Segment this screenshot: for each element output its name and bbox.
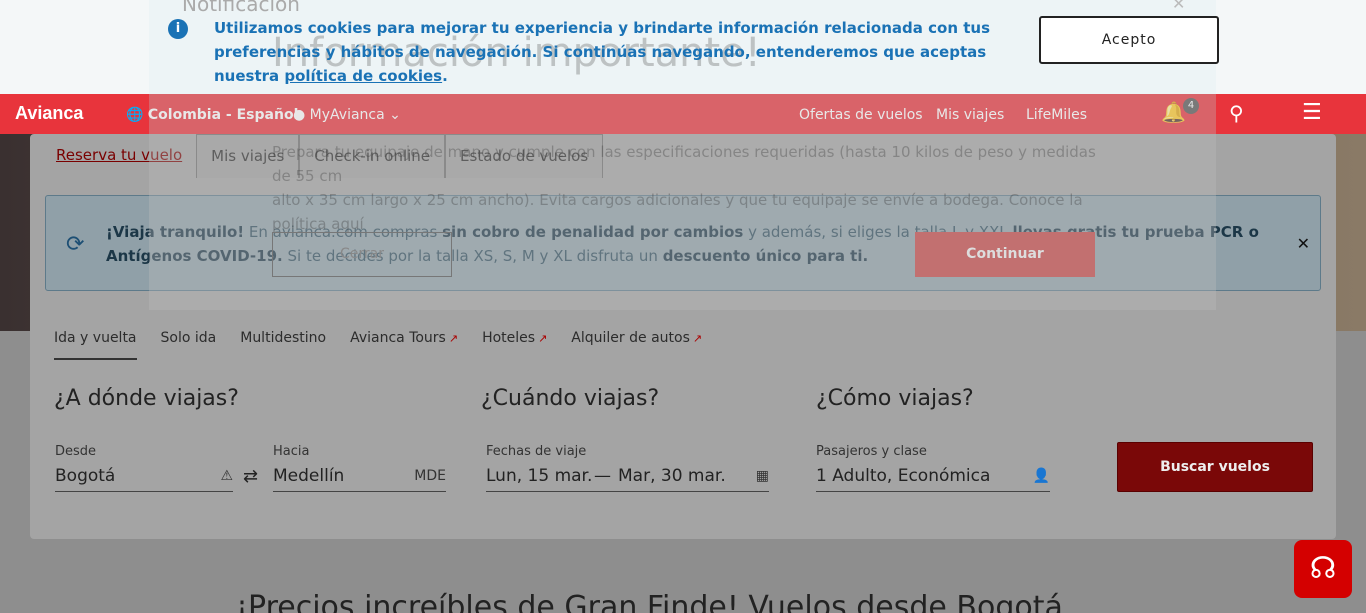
avianca-logo[interactable]: Avianca — [15, 103, 83, 124]
modal-close-button[interactable]: Cerrar — [272, 232, 452, 277]
add-person-icon: 👤 — [1032, 468, 1050, 484]
modal-continue-button[interactable]: Continuar — [915, 232, 1095, 277]
accept-cookies-button[interactable]: Acepto — [1039, 16, 1219, 64]
locale-selector[interactable]: 🌐 Colombia - Español — [126, 107, 298, 123]
to-field[interactable]: Medellín MDE — [273, 464, 446, 492]
passengers-field[interactable]: 1 Adulto, Económica 👤 — [816, 464, 1050, 492]
promo-title: ¡Precios increíbles de Gran Finde! Vuelo… — [236, 590, 1063, 613]
tab-reserva[interactable]: Reserva tu vuelo — [42, 134, 196, 178]
modal-text: Prepara tu equipaje de mano y cumple con… — [272, 143, 1096, 233]
tab-hoteles[interactable]: Hoteles ↗ — [482, 330, 547, 360]
cookie-banner: Notificación Información importante! ✕ i… — [0, 0, 1366, 94]
tab-avianca-tours[interactable]: Avianca Tours ↗ — [350, 330, 458, 360]
nav-mis-viajes[interactable]: Mis viajes — [936, 107, 1004, 123]
airport-code: MDE — [414, 468, 446, 484]
chevron-down-icon: ⌄ — [389, 107, 401, 123]
close-icon[interactable]: ✕ — [1297, 234, 1310, 253]
dates-label: Fechas de viaje — [486, 444, 587, 459]
close-icon[interactable]: ✕ — [1172, 0, 1185, 13]
cookie-text: Utilizamos cookies para mejorar tu exper… — [214, 19, 990, 85]
nav-ofertas[interactable]: Ofertas de vuelos — [799, 107, 923, 123]
from-field[interactable]: Bogotá ⚠ — [55, 464, 233, 492]
top-nav: Avianca 🌐 Colombia - Español ● MyAvianca… — [0, 94, 1366, 134]
how-title: ¿Cómo viajas? — [816, 386, 974, 411]
notification-badge: 4 — [1183, 98, 1199, 114]
warning-icon: ⚠ — [220, 468, 233, 484]
tab-solo-ida[interactable]: Solo ida — [161, 330, 217, 360]
calendar-icon: ▦ — [755, 468, 769, 484]
user-icon: ● — [293, 107, 306, 123]
globe-icon: 🌐 — [126, 107, 144, 123]
cookie-policy-link[interactable]: política de cookies — [284, 67, 442, 85]
external-link-icon: ↗ — [692, 332, 703, 345]
tab-ida-vuelta[interactable]: Ida y vuelta — [54, 330, 137, 360]
date-separator: — — [594, 466, 611, 486]
refresh-icon: ⟳ — [66, 232, 85, 257]
help-chat-icon[interactable]: ☊ — [1294, 540, 1352, 598]
pax-label: Pasajeros y clase — [816, 444, 927, 459]
myavianca-menu[interactable]: ● MyAvianca ⌄ — [293, 107, 401, 123]
to-label: Hacia — [273, 444, 310, 459]
external-link-icon: ↗ — [538, 332, 548, 345]
where-title: ¿A dónde viajas? — [54, 386, 239, 411]
info-icon: i — [168, 19, 188, 39]
search-flights-button[interactable]: Buscar vuelos — [1117, 442, 1313, 492]
when-title: ¿Cuándo viajas? — [481, 386, 660, 411]
swap-icon[interactable]: ⇄ — [243, 466, 258, 487]
nav-lifemiles[interactable]: LifeMiles — [1026, 107, 1087, 123]
search-icon[interactable]: ⚲ — [1229, 101, 1244, 125]
trip-type-tabs: Ida y vuelta Solo ida Multidestino Avian… — [54, 330, 702, 360]
from-label: Desde — [55, 444, 97, 459]
external-link-icon: ↗ — [448, 332, 459, 345]
tab-multidestino[interactable]: Multidestino — [240, 330, 326, 360]
dates-field[interactable]: Lun, 15 mar. — Mar, 30 mar. ▦ — [486, 464, 769, 492]
modal-title: Notificación — [182, 0, 300, 16]
hamburger-menu-icon[interactable]: ☰ — [1302, 100, 1322, 125]
tab-alquiler-autos[interactable]: Alquiler de autos ↗ — [571, 330, 702, 360]
